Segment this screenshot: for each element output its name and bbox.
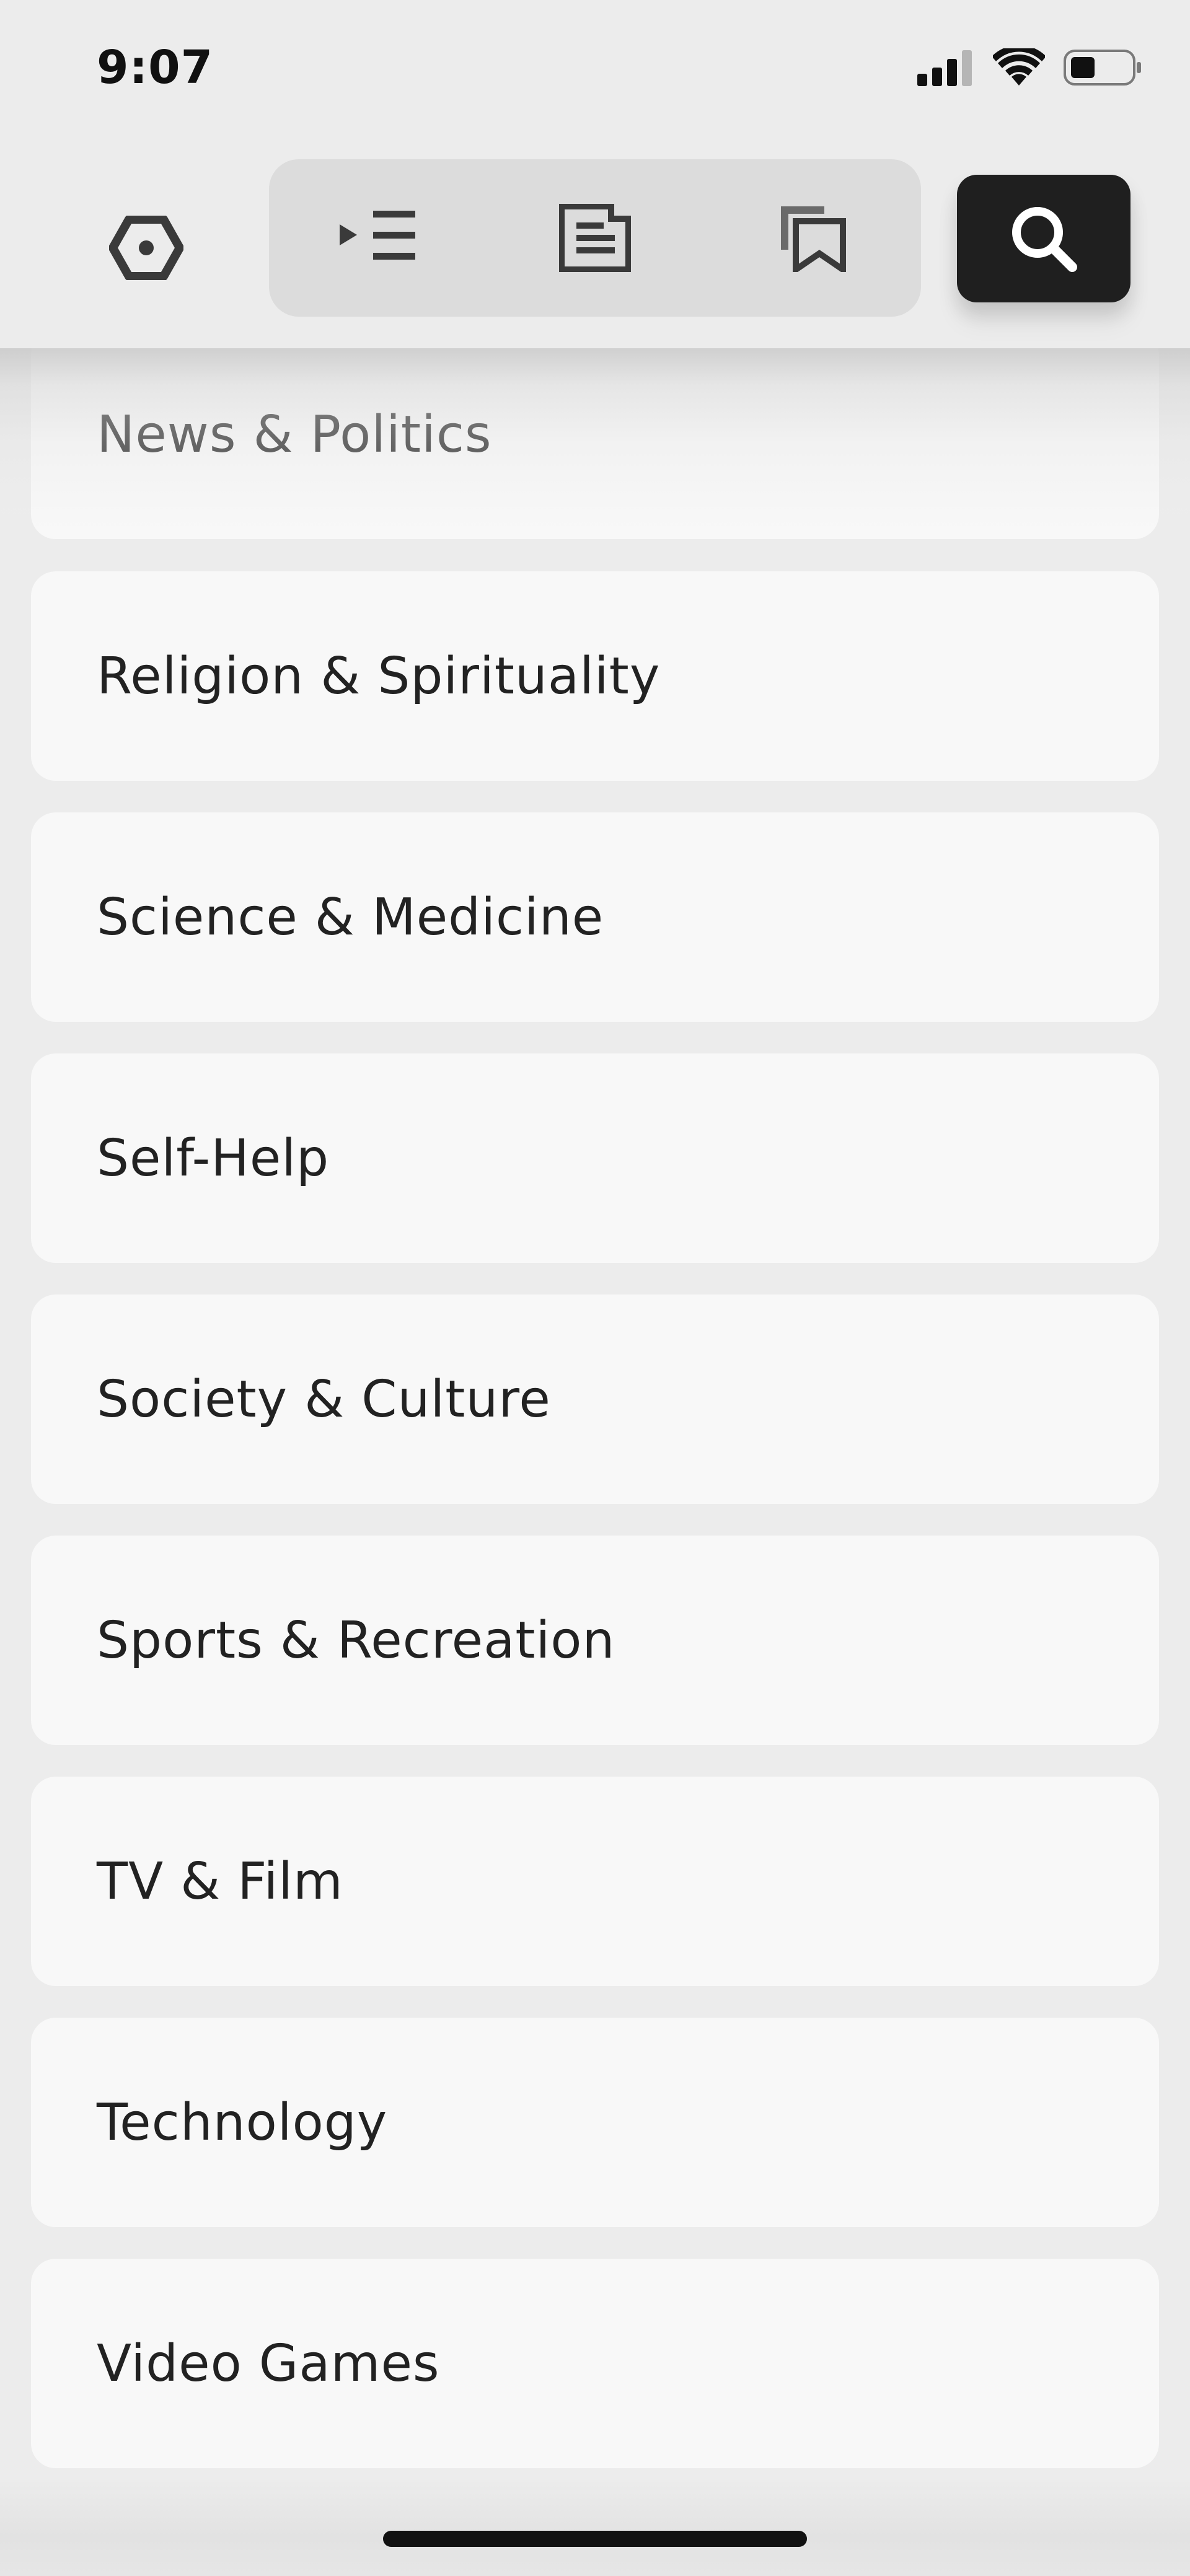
- category-self-help[interactable]: Self-Help: [31, 1053, 1159, 1263]
- app-logo-button[interactable]: [103, 204, 190, 291]
- category-label: Sports & Recreation: [97, 1611, 615, 1670]
- category-label: Video Games: [97, 2334, 440, 2393]
- wifi-icon: [993, 48, 1045, 86]
- category-label: Religion & Spirituality: [97, 646, 661, 706]
- category-tv-film[interactable]: TV & Film: [31, 1777, 1159, 1986]
- category-label: Technology: [97, 2093, 388, 2152]
- tab-queue[interactable]: [315, 176, 439, 300]
- category-label: News & Politics: [97, 405, 492, 464]
- hexagon-icon: [109, 216, 183, 280]
- bookmark-stack-icon: [780, 206, 846, 272]
- status-bar: 9:07: [0, 0, 1190, 143]
- category-label: TV & Film: [97, 1852, 343, 1911]
- category-label: Science & Medicine: [97, 887, 604, 947]
- category-religion-spirituality[interactable]: Religion & Spirituality: [31, 571, 1159, 781]
- tab-documents[interactable]: [533, 176, 657, 300]
- category-video-games[interactable]: Video Games: [31, 2259, 1159, 2468]
- search-icon: [1012, 207, 1077, 272]
- search-button[interactable]: [957, 175, 1130, 302]
- category-news-politics[interactable]: News & Politics: [31, 330, 1159, 539]
- view-switcher: [269, 159, 921, 317]
- top-toolbar: [0, 143, 1190, 348]
- tab-bookmarks[interactable]: [751, 176, 875, 300]
- category-list: News & Politics Religion & Spirituality …: [0, 0, 1190, 2576]
- category-label: Society & Culture: [97, 1369, 551, 1429]
- category-label: Self-Help: [97, 1128, 330, 1188]
- status-time: 9:07: [97, 41, 214, 94]
- category-sports-recreation[interactable]: Sports & Recreation: [31, 1536, 1159, 1745]
- home-indicator[interactable]: [383, 2531, 807, 2547]
- category-technology[interactable]: Technology: [31, 2018, 1159, 2227]
- bottom-fade: [0, 2479, 1190, 2576]
- category-society-culture[interactable]: Society & Culture: [31, 1295, 1159, 1504]
- play-queue-icon: [340, 211, 416, 260]
- cellular-signal-icon: [917, 50, 972, 86]
- document-list-icon: [558, 204, 631, 272]
- battery-icon: [1064, 50, 1141, 86]
- status-icons: [917, 48, 1143, 87]
- category-science-medicine[interactable]: Science & Medicine: [31, 812, 1159, 1022]
